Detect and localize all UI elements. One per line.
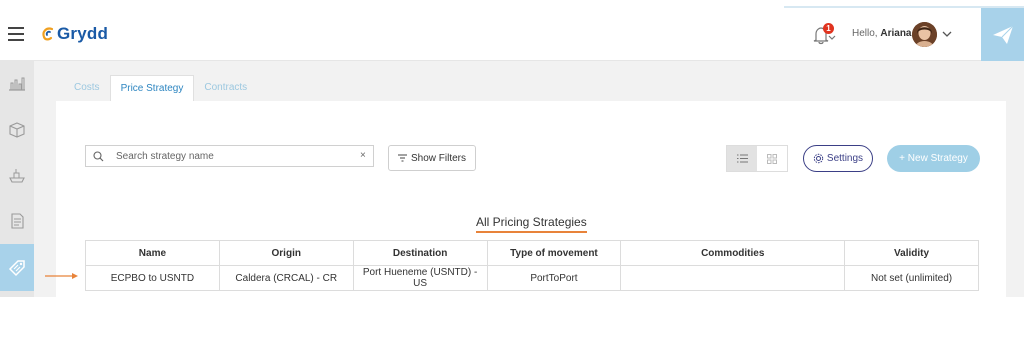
row-pointer-arrow-icon: [45, 273, 78, 279]
user-name: Ariana: [880, 28, 912, 39]
send-button[interactable]: [981, 8, 1024, 61]
cell-commodities: [620, 265, 846, 291]
settings-button[interactable]: Settings: [803, 145, 873, 172]
hamburger-menu-icon[interactable]: [8, 27, 24, 41]
top-header: Grydd 1 Hello, Ariana: [0, 8, 1024, 61]
document-icon: [11, 213, 24, 229]
logo[interactable]: Grydd: [40, 23, 108, 45]
bar-chart-icon: [9, 77, 25, 91]
notifications-button[interactable]: 1: [812, 23, 838, 47]
content-panel: × Show Filters: [56, 101, 1006, 297]
list-view-button[interactable]: [727, 146, 757, 171]
table-title: All Pricing Strategies: [476, 215, 587, 233]
tab-price-strategy[interactable]: Price Strategy: [109, 75, 195, 102]
grid-view-icon: [767, 153, 777, 164]
strategies-table: Name Origin Destination Type of movement…: [85, 240, 979, 291]
greeting-prefix: Hello,: [852, 28, 878, 39]
column-header-commodities[interactable]: Commodities: [620, 240, 846, 266]
grid-view-button[interactable]: [757, 146, 787, 171]
search-input[interactable]: [116, 149, 346, 164]
box-icon: [9, 122, 25, 138]
column-header-destination[interactable]: Destination: [352, 240, 488, 266]
notification-badge: 1: [823, 23, 834, 34]
column-header-validity[interactable]: Validity: [844, 240, 979, 266]
sidebar-item-analytics[interactable]: [0, 61, 34, 105]
ship-icon: [9, 169, 25, 183]
avatar-image: [912, 22, 937, 47]
sidebar-item-pricing[interactable]: [0, 244, 34, 291]
settings-label: Settings: [826, 153, 864, 164]
show-filters-label: Show Filters: [410, 152, 466, 164]
column-header-name[interactable]: Name: [85, 240, 220, 266]
clear-search-icon[interactable]: ×: [360, 150, 366, 161]
app-window: Grydd 1 Hello, Ariana Costs Price Strate…: [0, 0, 1024, 297]
list-view-icon: [736, 154, 748, 163]
new-strategy-label: + New Strategy: [899, 153, 968, 164]
tag-icon: [8, 259, 25, 276]
table-header-row: Name Origin Destination Type of movement…: [85, 240, 979, 266]
cell-destination: Port Hueneme (USNTD) - US: [352, 265, 488, 291]
logo-text: Grydd: [57, 24, 109, 43]
show-filters-button[interactable]: Show Filters: [388, 145, 476, 171]
cell-validity: Not set (unlimited): [844, 265, 979, 291]
search-icon: [93, 151, 104, 162]
user-greeting[interactable]: Hello, Ariana: [852, 28, 911, 39]
search-box: ×: [85, 145, 374, 167]
logo-icon: [42, 27, 54, 41]
cell-movement: PortToPort: [486, 265, 622, 291]
cell-origin: Caldera (CRCAL) - CR: [218, 265, 354, 291]
sidebar-item-packages[interactable]: [0, 108, 34, 152]
cell-name: ECPBO to USNTD: [85, 265, 220, 291]
gear-icon: [813, 153, 824, 164]
top-progress-bar: [0, 0, 1024, 8]
left-sidebar: [0, 61, 34, 297]
tab-bar: Costs Price Strategy Contracts: [64, 75, 257, 102]
avatar[interactable]: [912, 22, 937, 47]
sidebar-item-documents[interactable]: [0, 199, 34, 243]
tab-contracts[interactable]: Contracts: [194, 75, 257, 102]
filter-icon: [397, 154, 407, 162]
chevron-down-icon[interactable]: [942, 29, 952, 39]
column-header-origin[interactable]: Origin: [218, 240, 354, 266]
new-strategy-button[interactable]: + New Strategy: [887, 145, 980, 172]
view-toggle: [726, 145, 788, 172]
table-row[interactable]: ECPBO to USNTD Caldera (CRCAL) - CR Port…: [85, 265, 979, 291]
sidebar-item-shipping[interactable]: [0, 153, 34, 197]
tab-costs[interactable]: Costs: [64, 75, 110, 102]
column-header-movement[interactable]: Type of movement: [486, 240, 622, 266]
paper-plane-icon: [992, 25, 1013, 44]
